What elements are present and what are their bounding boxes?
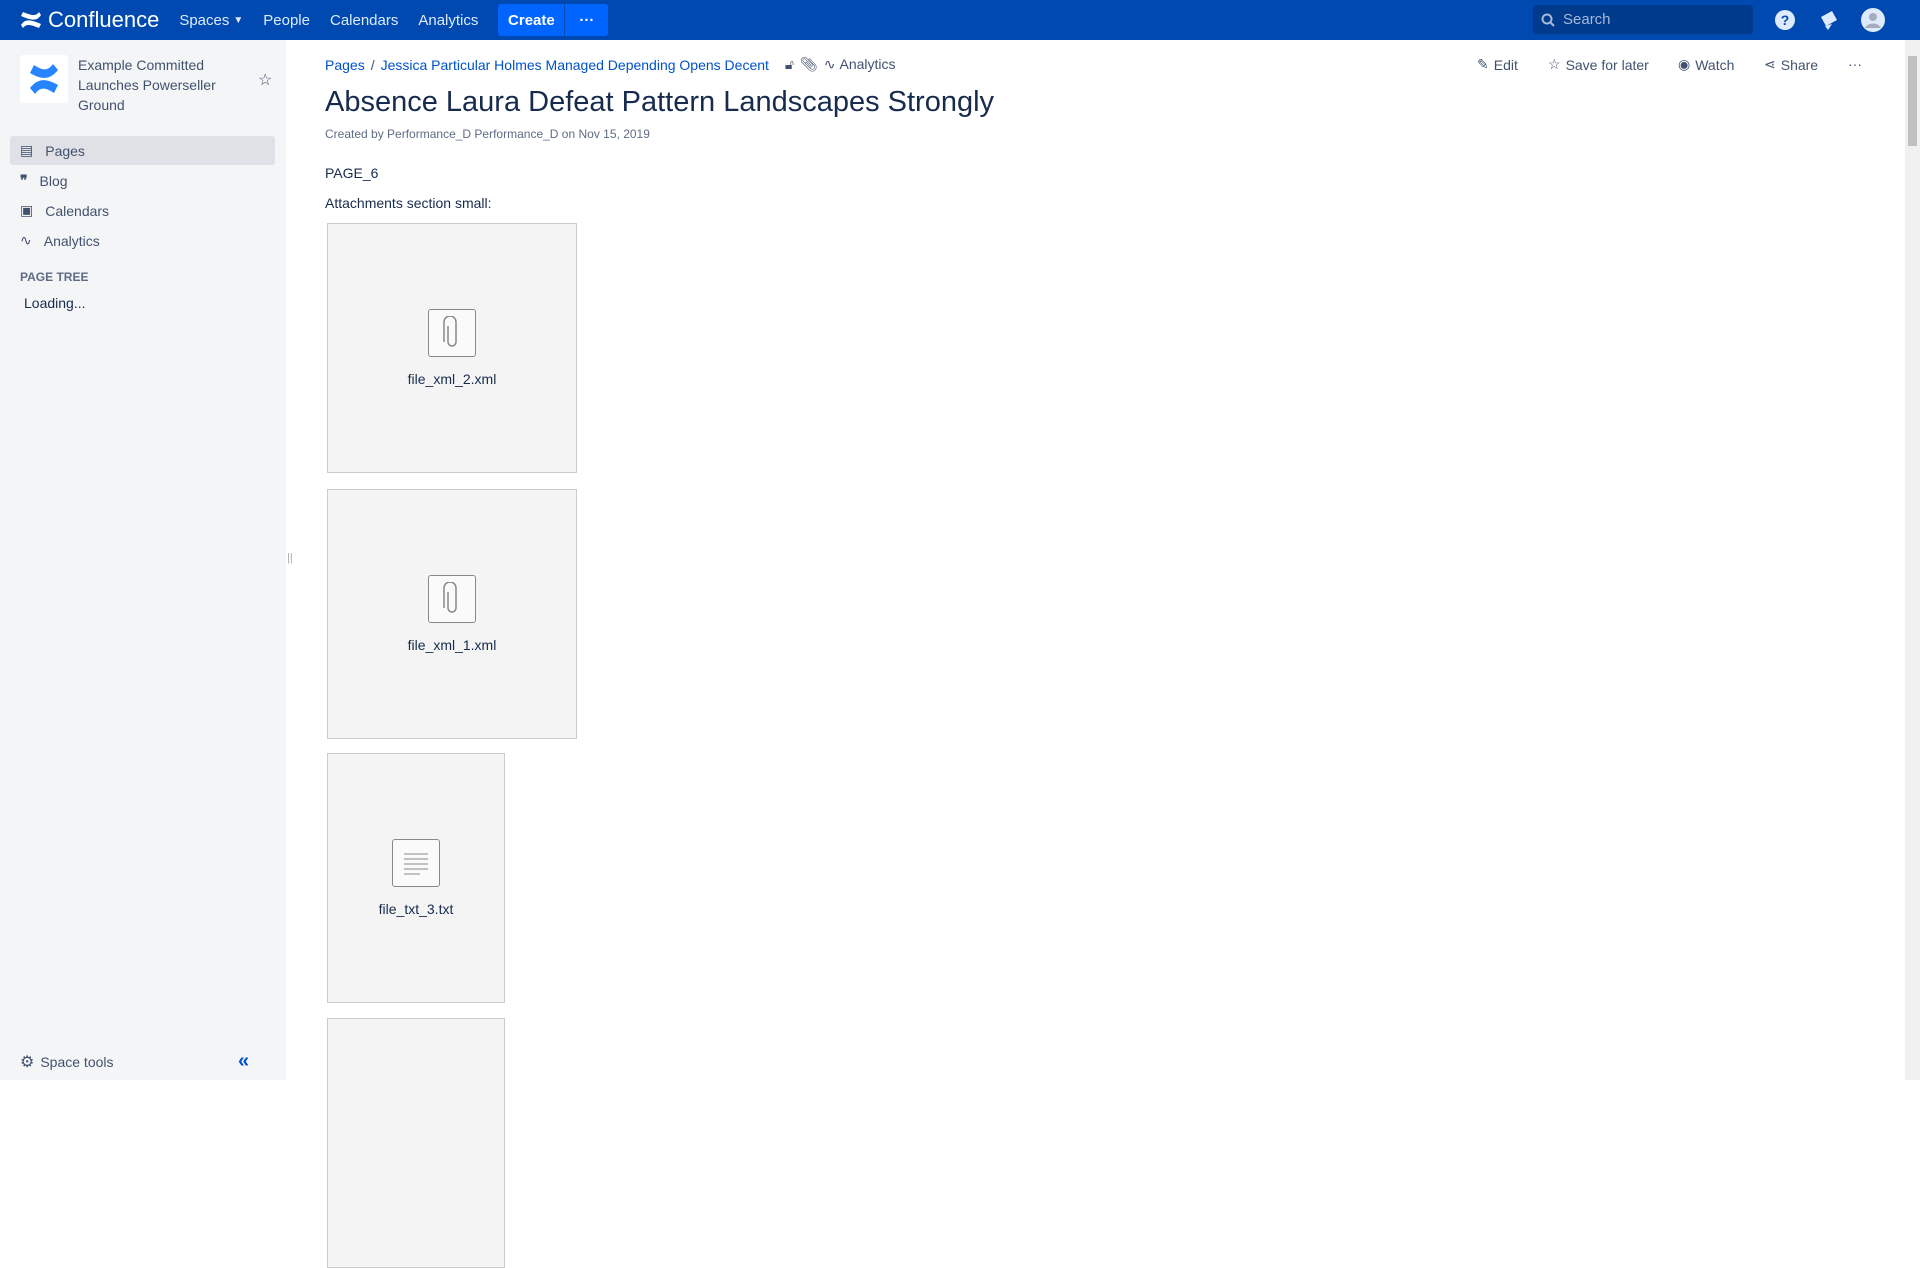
- nav-analytics[interactable]: Analytics: [418, 12, 478, 29]
- text-file-icon: [392, 839, 440, 887]
- sidebar-item-calendars[interactable]: ▣ Calendars: [10, 196, 275, 225]
- space-logo[interactable]: [20, 55, 68, 103]
- chevron-down-icon: ▼: [233, 14, 244, 26]
- analytics-link[interactable]: ∿ Analytics: [824, 56, 896, 73]
- svg-text:?: ?: [1781, 12, 1790, 28]
- sidebar-resize-handle[interactable]: ||: [287, 552, 293, 564]
- share-button[interactable]: ⋖ Share: [1764, 56, 1818, 73]
- quote-icon: ❞: [20, 172, 28, 188]
- scrollbar[interactable]: [1905, 40, 1920, 1080]
- avatar[interactable]: [1861, 8, 1885, 32]
- top-navigation: Confluence Spaces ▼ People Calendars Anal…: [0, 0, 1920, 40]
- space-tools-button[interactable]: ⚙ Space tools: [20, 1052, 114, 1072]
- unlock-icon[interactable]: 🔓︎: [785, 56, 794, 73]
- page-icon: ▤: [20, 142, 34, 158]
- confluence-icon: [21, 12, 41, 28]
- page-tree-heading: PAGE TREE: [20, 270, 89, 284]
- product-name: Confluence: [48, 7, 160, 32]
- gear-icon: ⚙: [20, 1054, 35, 1071]
- breadcrumb-parent[interactable]: Jessica Particular Holmes Managed Depend…: [381, 57, 769, 73]
- star-icon: ☆: [1548, 56, 1561, 72]
- watch-button[interactable]: ◉ Watch: [1678, 56, 1734, 73]
- sidebar-item-analytics[interactable]: ∿ Analytics: [10, 226, 275, 255]
- date-link[interactable]: Nov 15, 2019: [579, 127, 650, 141]
- sidebar-item-blog[interactable]: ❞ Blog: [10, 166, 275, 195]
- attachment-name: file_txt_3.txt: [378, 901, 454, 917]
- save-for-later-button[interactable]: ☆ Save for later: [1548, 56, 1649, 73]
- pencil-icon: ✎: [1477, 56, 1489, 72]
- scrollbar-thumb[interactable]: [1908, 56, 1917, 146]
- star-icon[interactable]: ☆: [258, 70, 272, 90]
- paperclip-icon: [428, 575, 476, 623]
- analytics-icon: ∿: [20, 232, 32, 248]
- calendar-icon: ▣: [20, 202, 34, 218]
- more-actions-button[interactable]: ···: [1848, 56, 1862, 72]
- breadcrumb-separator: /: [370, 56, 375, 73]
- space-name[interactable]: Example Committed Launches Powerseller G…: [78, 55, 228, 115]
- create-button[interactable]: Create: [498, 4, 565, 36]
- collapse-sidebar-icon[interactable]: «: [238, 1050, 249, 1073]
- nav-spaces[interactable]: Spaces ▼: [179, 12, 243, 29]
- author-link[interactable]: Performance_D Performance_D: [387, 127, 558, 141]
- paperclip-icon[interactable]: 📎︎: [800, 56, 818, 73]
- notifications-icon[interactable]: [1817, 8, 1841, 32]
- attachment-card[interactable]: file_xml_2.xml: [327, 223, 577, 473]
- search-input[interactable]: Search: [1533, 5, 1753, 34]
- nav-calendars[interactable]: Calendars: [330, 12, 398, 29]
- attachment-card[interactable]: file_txt_3.txt: [327, 753, 505, 1003]
- attachment-name: file_xml_2.xml: [407, 371, 497, 387]
- analytics-icon: ∿: [823, 56, 836, 72]
- search-icon: [1541, 13, 1555, 27]
- nav-people[interactable]: People: [263, 12, 310, 29]
- attachments-label: Attachments section small:: [325, 195, 492, 211]
- confluence-logo[interactable]: Confluence: [20, 7, 159, 33]
- help-icon[interactable]: ?: [1773, 8, 1797, 32]
- sidebar-item-pages[interactable]: ▤ Pages: [10, 136, 275, 165]
- create-more-button[interactable]: ···: [564, 4, 609, 36]
- page-title: Absence Laura Defeat Pattern Landscapes …: [325, 86, 995, 118]
- page-metadata: Created by Performance_D Performance_D o…: [325, 127, 650, 141]
- edit-button[interactable]: ✎ Edit: [1477, 56, 1518, 73]
- page-tree-loading: Loading...: [24, 295, 86, 311]
- breadcrumb-pages[interactable]: Pages: [325, 57, 365, 73]
- attachment-name: file_xml_1.xml: [407, 637, 497, 653]
- share-icon: ⋖: [1764, 56, 1776, 72]
- eye-icon: ◉: [1678, 56, 1691, 72]
- attachment-card[interactable]: file_xml_1.xml: [327, 489, 577, 739]
- attachment-card[interactable]: [327, 1018, 505, 1268]
- space-icon: [30, 64, 58, 94]
- breadcrumb: Pages / Jessica Particular Holmes Manage…: [325, 56, 896, 73]
- sidebar: Example Committed Launches Powerseller G…: [0, 40, 286, 1080]
- page-body-text: PAGE_6: [325, 165, 379, 181]
- paperclip-icon: [428, 309, 476, 357]
